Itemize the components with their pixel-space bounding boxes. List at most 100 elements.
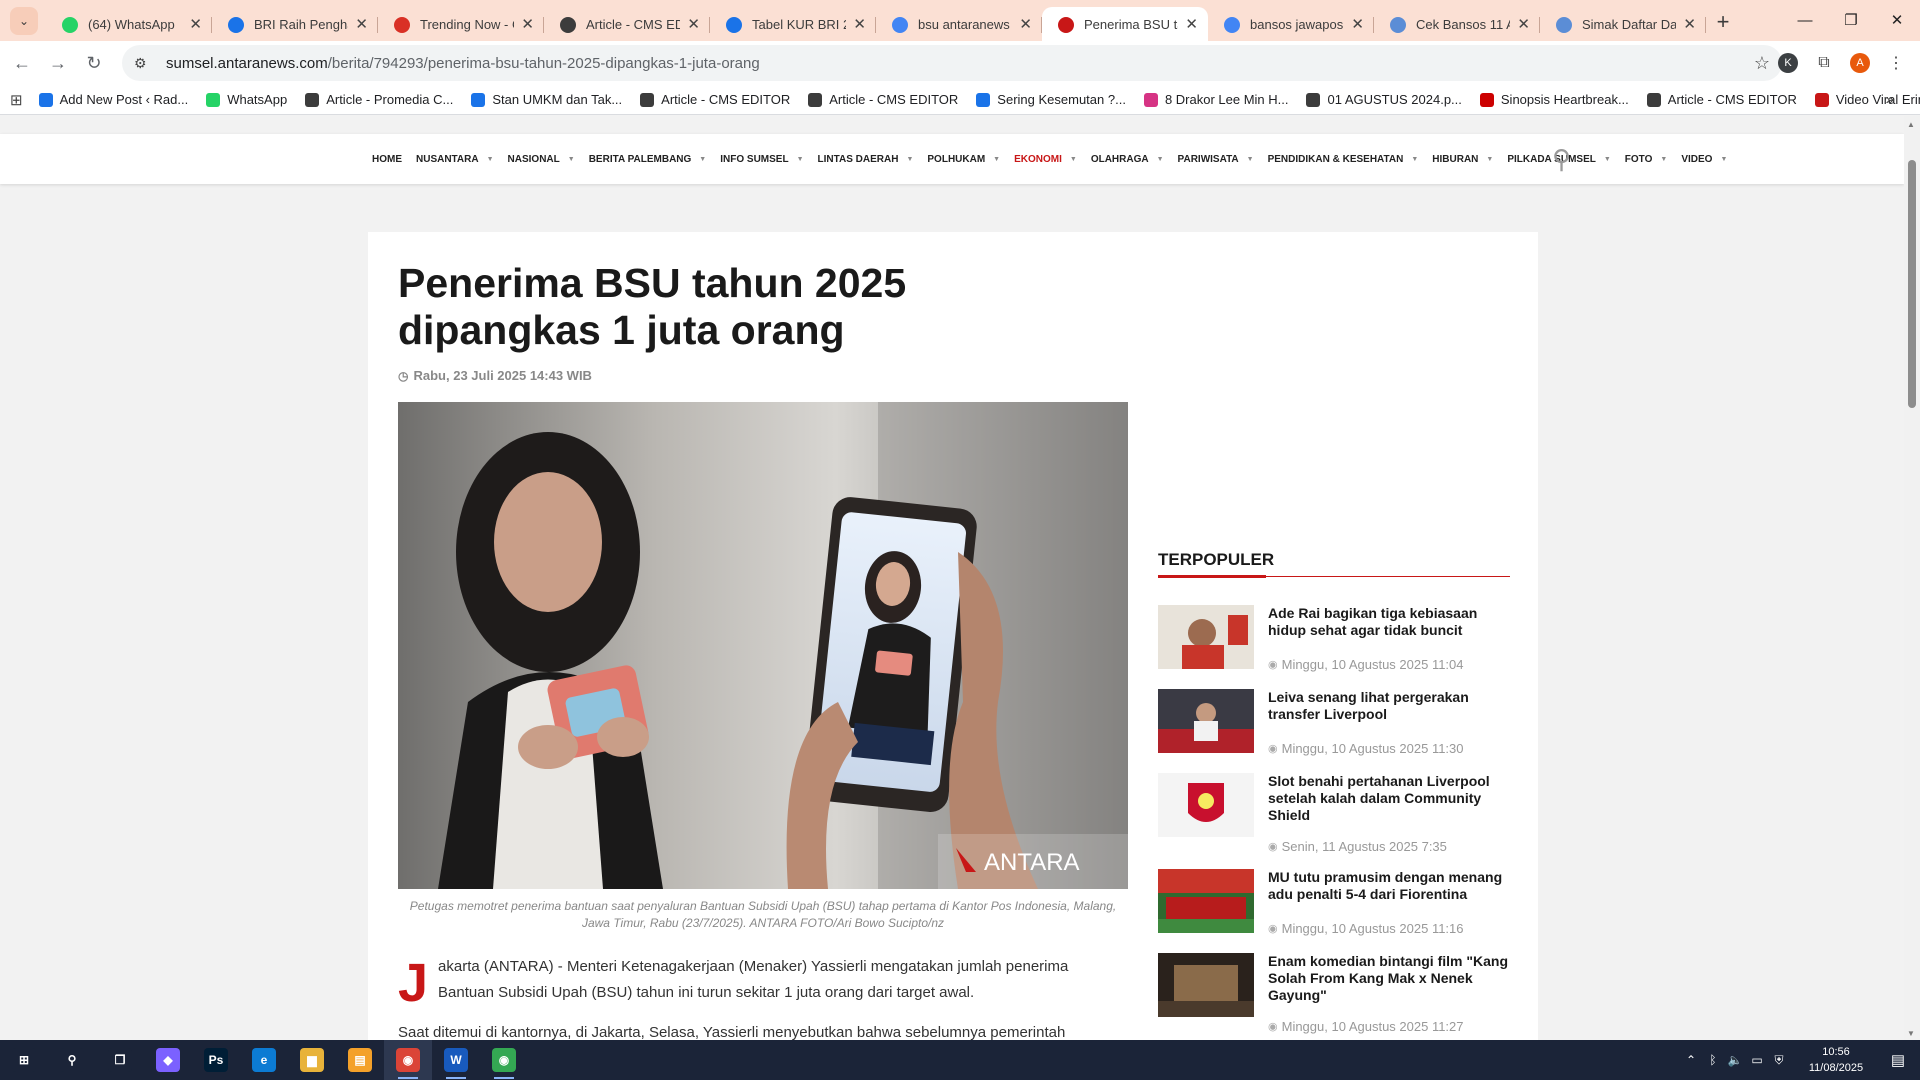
- bookmark-item[interactable]: 01 AGUSTUS 2024.p...: [1306, 92, 1462, 107]
- close-tab-icon[interactable]: ✕: [687, 15, 700, 33]
- search-icon[interactable]: ⚲: [48, 1040, 96, 1080]
- bluetooth-icon[interactable]: ᛒ: [1702, 1053, 1724, 1067]
- forward-button[interactable]: →: [40, 45, 76, 81]
- bookmark-item[interactable]: Sinopsis Heartbreak...: [1479, 92, 1629, 107]
- site-menu-item[interactable]: FOTO ▼: [1625, 154, 1668, 165]
- browser-tab[interactable]: Article - CMS EDITOR ✕: [544, 7, 710, 41]
- volume-muted-icon[interactable]: 🔈: [1724, 1053, 1746, 1067]
- network-icon[interactable]: ▭: [1746, 1053, 1768, 1067]
- close-window-button[interactable]: ✕: [1874, 0, 1920, 40]
- bookmark-item[interactable]: Article - Promedia C...: [305, 92, 453, 107]
- site-menu-item[interactable]: HOME: [372, 154, 402, 165]
- popular-title[interactable]: Enam komedian bintangi film "Kang Solah …: [1268, 953, 1510, 1004]
- site-menu-item[interactable]: OLAHRAGA ▼: [1091, 154, 1164, 165]
- address-bar[interactable]: ⚙ sumsel.antaranews.com/berita/794293/pe…: [122, 45, 1782, 81]
- scroll-up-arrow-icon[interactable]: ▲: [1907, 120, 1915, 129]
- chrome-icon[interactable]: ◉: [384, 1040, 432, 1080]
- popular-thumbnail[interactable]: [1158, 689, 1254, 753]
- site-menu-item[interactable]: VIDEO ▼: [1681, 154, 1727, 165]
- browser-tab[interactable]: bansos jawapos - Google ✕: [1208, 7, 1374, 41]
- kebab-menu-icon[interactable]: ⋮: [1878, 47, 1914, 79]
- browser-tab[interactable]: Simak Daftar Daerah ✕: [1540, 7, 1706, 41]
- bookmark-item[interactable]: 8 Drakor Lee Min H...: [1143, 92, 1288, 107]
- search-icon[interactable]: ⚲: [1552, 144, 1571, 175]
- close-tab-icon[interactable]: ✕: [1019, 15, 1032, 33]
- notification-center-icon[interactable]: ▤: [1876, 1051, 1920, 1069]
- popular-title[interactable]: Slot benahi pertahanan Liverpool setelah…: [1268, 773, 1510, 824]
- browser-tab[interactable]: Trending Now - Google ✕: [378, 7, 544, 41]
- new-tab-button[interactable]: +: [1706, 5, 1740, 39]
- popular-thumbnail[interactable]: [1158, 869, 1254, 933]
- site-menu-item[interactable]: PARIWISATA ▼: [1178, 154, 1254, 165]
- restore-button[interactable]: ❐: [1828, 0, 1874, 40]
- scrollbar-thumb[interactable]: [1908, 160, 1916, 408]
- back-button[interactable]: ←: [4, 45, 40, 81]
- popular-title[interactable]: Ade Rai bagikan tiga kebiasaan hidup seh…: [1268, 605, 1510, 639]
- scroll-down-arrow-icon[interactable]: ▼: [1907, 1029, 1915, 1038]
- copilot-icon[interactable]: ◆: [144, 1040, 192, 1080]
- popular-title[interactable]: Leiva senang lihat pergerakan transfer L…: [1268, 689, 1510, 723]
- close-tab-icon[interactable]: ✕: [355, 15, 368, 33]
- bookmark-item[interactable]: Video Viral Erin Bug...: [1814, 92, 1920, 107]
- edge-icon[interactable]: e: [240, 1040, 288, 1080]
- close-tab-icon[interactable]: ✕: [189, 15, 202, 33]
- bookmark-item[interactable]: Stan UMKM dan Tak...: [471, 92, 622, 107]
- browser-tab[interactable]: Cek Bansos 11 Agustus ✕: [1374, 7, 1540, 41]
- security-shield-icon[interactable]: ⛨: [1768, 1053, 1790, 1068]
- chrome-profile-icon[interactable]: ◉: [480, 1040, 528, 1080]
- profile-avatar[interactable]: A: [1850, 53, 1870, 73]
- browser-tab[interactable]: (64) WhatsApp ✕: [46, 7, 212, 41]
- bookmark-item[interactable]: Article - CMS EDITOR: [1646, 92, 1797, 107]
- bookmark-icon: [471, 92, 486, 107]
- popular-thumbnail[interactable]: [1158, 953, 1254, 1017]
- file-explorer-icon[interactable]: ▆: [288, 1040, 336, 1080]
- extension-avatar[interactable]: K: [1778, 53, 1798, 73]
- word-icon[interactable]: W: [432, 1040, 480, 1080]
- close-tab-icon[interactable]: ✕: [521, 15, 534, 33]
- site-menu-item[interactable]: LINTAS DAERAH ▼: [818, 154, 914, 165]
- task-view-icon[interactable]: ❐: [96, 1040, 144, 1080]
- apps-grid-icon[interactable]: ⊞: [10, 91, 23, 109]
- popular-title[interactable]: MU tutu pramusim dengan menang adu penal…: [1268, 869, 1510, 903]
- site-menu-item[interactable]: HIBURAN ▼: [1432, 154, 1493, 165]
- popular-thumbnail[interactable]: [1158, 773, 1254, 837]
- site-menu-item[interactable]: NASIONAL ▼: [508, 154, 575, 165]
- site-menu-item[interactable]: PENDIDIKAN & KESEHATAN ▼: [1268, 154, 1419, 165]
- close-tab-icon[interactable]: ✕: [853, 15, 866, 33]
- tab-search-button[interactable]: ⌄: [10, 7, 38, 35]
- bookmark-item[interactable]: Article - CMS EDITOR: [640, 92, 790, 107]
- popular-thumbnail[interactable]: [1158, 605, 1254, 669]
- bookmark-item[interactable]: Sering Kesemutan ?...: [976, 92, 1126, 107]
- browser-tab[interactable]: Penerima BSU tahun 2025 ✕: [1042, 7, 1208, 41]
- menu-label: NUSANTARA: [416, 153, 479, 165]
- photoshop-icon[interactable]: Ps: [192, 1040, 240, 1080]
- page-scrollbar[interactable]: ▲ ▼: [1904, 116, 1920, 1040]
- bookmark-item[interactable]: WhatsApp: [206, 92, 287, 107]
- url-text[interactable]: sumsel.antaranews.com/berita/794293/pene…: [166, 55, 760, 72]
- taskbar-clock[interactable]: 10:56 11/08/2025: [1796, 1044, 1876, 1076]
- minimize-button[interactable]: —: [1782, 0, 1828, 40]
- close-tab-icon[interactable]: ✕: [1517, 15, 1530, 33]
- browser-tab[interactable]: Tabel KUR BRI 2025 ✕: [710, 7, 876, 41]
- bookmark-star-icon[interactable]: ☆: [1754, 53, 1770, 74]
- reload-button[interactable]: ↻: [76, 45, 112, 81]
- slides-icon[interactable]: ▤: [336, 1040, 384, 1080]
- bookmark-item[interactable]: Article - CMS EDITOR: [808, 92, 958, 107]
- browser-tab[interactable]: BRI Raih Penghargaan ✕: [212, 7, 378, 41]
- bookmarks-overflow-icon[interactable]: »: [1886, 91, 1894, 108]
- close-tab-icon[interactable]: ✕: [1683, 15, 1696, 33]
- close-tab-icon[interactable]: ✕: [1351, 15, 1364, 33]
- site-info-icon[interactable]: ⚙: [134, 55, 156, 72]
- site-menu-item[interactable]: INFO SUMSEL ▼: [720, 154, 803, 165]
- browser-tab[interactable]: bsu antaranews - Google ✕: [876, 7, 1042, 41]
- article-photo[interactable]: ANTARA: [398, 402, 1128, 889]
- site-menu-item[interactable]: EKONOMI ▼: [1014, 154, 1077, 165]
- start-button[interactable]: ⊞: [0, 1040, 48, 1080]
- site-menu-item[interactable]: NUSANTARA ▼: [416, 154, 494, 165]
- close-tab-icon[interactable]: ✕: [1185, 15, 1198, 33]
- site-menu-item[interactable]: POLHUKAM ▼: [927, 154, 1000, 165]
- site-menu-item[interactable]: BERITA PALEMBANG ▼: [589, 154, 707, 165]
- tray-overflow-icon[interactable]: ⌃: [1680, 1053, 1702, 1067]
- extensions-puzzle-icon[interactable]: ⧉: [1806, 47, 1842, 79]
- bookmark-item[interactable]: Add New Post ‹ Rad...: [38, 92, 188, 107]
